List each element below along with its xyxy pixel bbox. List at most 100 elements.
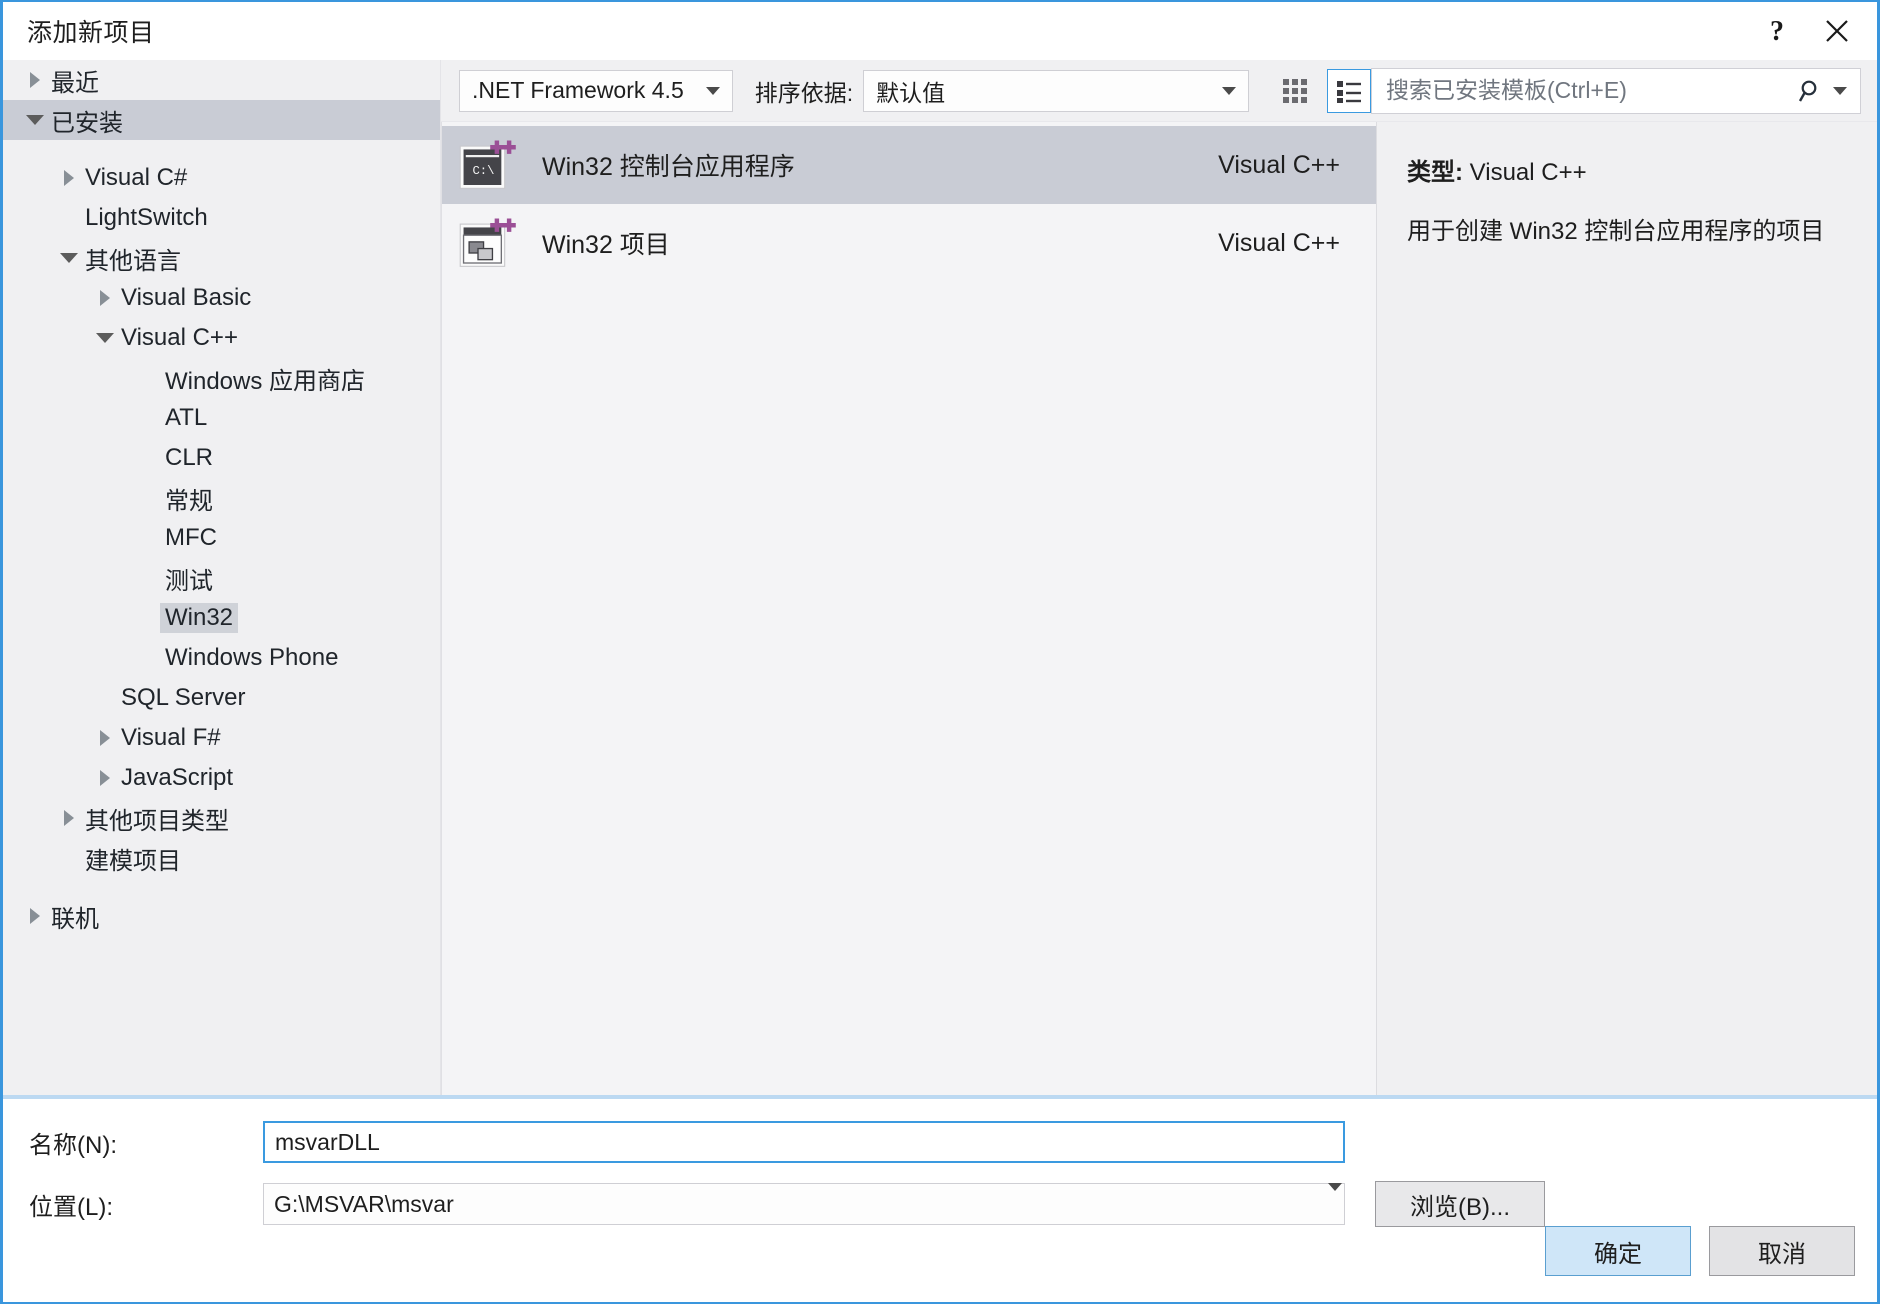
template-toolbar: .NET Framework 4.5 排序依据: 默认值 bbox=[441, 60, 1877, 122]
framework-version-value: .NET Framework 4.5 bbox=[472, 77, 684, 103]
chevron-right-icon bbox=[64, 170, 74, 186]
add-new-project-dialog: 添加新项目 ? 最近已安装 Visual C# LightSwitch 其他语言 Vis… bbox=[0, 0, 1880, 1304]
template-list-item[interactable]: C:\ Win32 控制台应用程序 Visual C++ bbox=[442, 126, 1376, 204]
tree-item-label: JavaScript bbox=[121, 764, 234, 791]
tree-item-label: Windows 应用商店 bbox=[165, 367, 366, 395]
browse-button[interactable]: 浏览(B)... bbox=[1375, 1181, 1545, 1227]
tree-item-label: 已安装 bbox=[51, 109, 123, 137]
chevron-down-icon bbox=[1833, 86, 1847, 95]
search-box[interactable] bbox=[1371, 67, 1861, 114]
tree-item-label: 其他项目类型 bbox=[85, 807, 229, 835]
search-dropdown-button[interactable] bbox=[1828, 74, 1852, 108]
search-area bbox=[1371, 67, 1861, 114]
list-view-button[interactable] bbox=[1327, 68, 1371, 113]
tree-item-12[interactable]: 测试 bbox=[3, 558, 440, 598]
tree-expander[interactable] bbox=[21, 115, 49, 125]
dialog-body: 最近已安装 Visual C# LightSwitch 其他语言 Visual Basi… bbox=[3, 60, 1877, 1302]
cancel-button[interactable]: 取消 bbox=[1709, 1226, 1855, 1276]
template-language: Visual C++ bbox=[1218, 150, 1340, 179]
tree-item-label: ATL bbox=[165, 404, 208, 431]
svg-text:?: ? bbox=[1770, 16, 1784, 46]
tree-item-15[interactable]: SQL Server bbox=[3, 678, 440, 718]
tree-item-7[interactable]: Windows 应用商店 bbox=[3, 358, 440, 398]
tree-expander[interactable] bbox=[55, 170, 83, 186]
help-button[interactable]: ? bbox=[1747, 5, 1807, 57]
template-language: Visual C++ bbox=[1218, 228, 1340, 257]
question-mark-icon: ? bbox=[1770, 16, 1784, 46]
chevron-right-icon bbox=[30, 908, 40, 924]
chevron-right-icon bbox=[64, 810, 74, 826]
description-text: 用于创建 Win32 控制台应用程序的项目 bbox=[1407, 218, 1825, 245]
tree-item-14[interactable]: Windows Phone bbox=[3, 638, 440, 678]
tree-expander[interactable] bbox=[55, 253, 83, 263]
chevron-down-icon bbox=[60, 253, 78, 263]
tree-item-13[interactable]: Win32 bbox=[3, 598, 440, 638]
tree-item-17[interactable]: JavaScript bbox=[3, 758, 440, 798]
project-name-input[interactable]: msvarDLL bbox=[263, 1121, 1345, 1163]
name-label: 名称(N): bbox=[29, 1131, 117, 1159]
chevron-right-icon bbox=[30, 72, 40, 88]
template-category-tree[interactable]: 最近已安装 Visual C# LightSwitch 其他语言 Visual Basi… bbox=[3, 60, 441, 1095]
chevron-down-icon bbox=[26, 115, 44, 125]
location-label: 位置(L): bbox=[29, 1193, 113, 1221]
tree-item-11[interactable]: MFC bbox=[3, 518, 440, 558]
tree-item-9[interactable]: CLR bbox=[3, 438, 440, 478]
tree-expander[interactable] bbox=[21, 72, 49, 88]
framework-version-dropdown[interactable]: .NET Framework 4.5 bbox=[459, 69, 733, 112]
tree-expander[interactable] bbox=[91, 333, 119, 343]
search-button[interactable] bbox=[1794, 74, 1828, 108]
tree-item-label: 常规 bbox=[165, 487, 213, 515]
tree-item-3[interactable]: LightSwitch bbox=[3, 198, 440, 238]
tree-item-label: 测试 bbox=[165, 567, 213, 595]
chevron-down-icon bbox=[1328, 1182, 1342, 1218]
tree-item-6[interactable]: Visual C++ bbox=[3, 318, 440, 358]
tree-item-0[interactable]: 最近 bbox=[3, 60, 440, 100]
ok-button[interactable]: 确定 bbox=[1545, 1226, 1691, 1276]
tree-item-label: Windows Phone bbox=[165, 644, 339, 671]
template-name: Win32 控制台应用程序 bbox=[542, 153, 795, 181]
tree-item-label: Win32 bbox=[160, 603, 239, 633]
tree-item-19[interactable]: 建模项目 bbox=[3, 838, 440, 878]
center-pane: .NET Framework 4.5 排序依据: 默认值 搜索已安装模板(Ctr… bbox=[441, 60, 1877, 1095]
close-icon bbox=[1826, 20, 1848, 42]
title-bar: 添加新项目 ? bbox=[3, 2, 1877, 60]
chevron-down-icon bbox=[696, 86, 730, 95]
sort-by-dropdown[interactable]: 默认值 bbox=[863, 69, 1249, 112]
main-panes: 最近已安装 Visual C# LightSwitch 其他语言 Visual Basi… bbox=[3, 60, 1877, 1095]
template-list[interactable]: C:\ Win32 控制台应用程序 Visual C++ Win32 项目 Visual… bbox=[441, 122, 1377, 1095]
chevron-right-icon bbox=[100, 730, 110, 746]
search-input[interactable] bbox=[1384, 76, 1794, 105]
chevron-right-icon bbox=[100, 770, 110, 786]
template-list-item[interactable]: Win32 项目 Visual C++ bbox=[442, 204, 1376, 282]
tree-expander[interactable] bbox=[91, 290, 119, 306]
grid-view-button[interactable] bbox=[1273, 69, 1317, 113]
tree-item-1[interactable]: 已安装 bbox=[3, 100, 440, 140]
tree-expander[interactable] bbox=[21, 908, 49, 924]
tree-item-10[interactable]: 常规 bbox=[3, 478, 440, 518]
tree-item-16[interactable]: Visual F# bbox=[3, 718, 440, 758]
chevron-right-icon bbox=[100, 290, 110, 306]
win32-project-icon bbox=[458, 215, 518, 271]
tree-expander[interactable] bbox=[55, 810, 83, 826]
tree-item-5[interactable]: Visual Basic bbox=[3, 278, 440, 318]
tree-item-4[interactable]: 其他语言 bbox=[3, 238, 440, 278]
tree-item-label: Visual F# bbox=[121, 724, 221, 751]
list-and-description: C:\ Win32 控制台应用程序 Visual C++ Win32 项目 Visual… bbox=[441, 122, 1877, 1095]
tree-item-8[interactable]: ATL bbox=[3, 398, 440, 438]
sort-by-value: 默认值 bbox=[876, 79, 946, 106]
tree-item-18[interactable]: 其他项目类型 bbox=[3, 798, 440, 838]
sort-by-label: 排序依据: bbox=[754, 79, 854, 106]
tree-item-label: 其他语言 bbox=[85, 247, 181, 275]
close-button[interactable] bbox=[1807, 5, 1867, 57]
tree-item-label: 最近 bbox=[51, 69, 99, 97]
tree-expander[interactable] bbox=[91, 770, 119, 786]
tree-expander[interactable] bbox=[91, 730, 119, 746]
tree-item-20[interactable]: 联机 bbox=[3, 896, 440, 936]
tree-item-2[interactable]: Visual C# bbox=[3, 158, 440, 198]
project-location-combobox[interactable]: G:\MSVAR\msvar bbox=[263, 1182, 1345, 1225]
template-description-pane: 类型: Visual C++ 用于创建 Win32 控制台应用程序的项目 bbox=[1377, 122, 1877, 1095]
window-controls: ? bbox=[1747, 2, 1867, 60]
tree-item-label: LightSwitch bbox=[85, 204, 208, 231]
